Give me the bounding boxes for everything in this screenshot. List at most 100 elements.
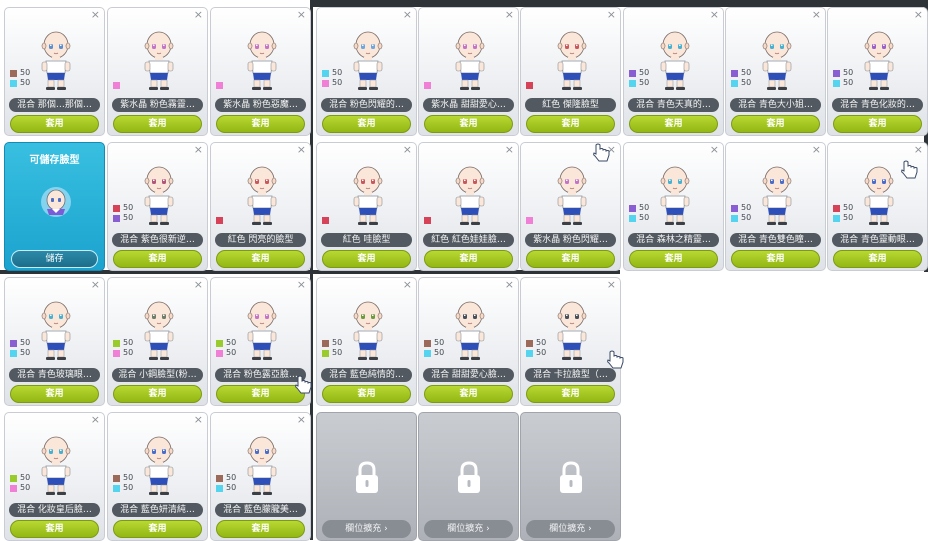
apply-button[interactable]: 套用 bbox=[10, 115, 99, 133]
color-swatch bbox=[322, 349, 329, 357]
apply-button[interactable]: 套用 bbox=[322, 250, 411, 268]
apply-button[interactable]: 套用 bbox=[216, 115, 305, 133]
apply-button[interactable]: 套用 bbox=[10, 520, 99, 538]
color-swatches: 50 50 bbox=[629, 203, 649, 223]
color-swatch-row: 50 bbox=[10, 348, 30, 358]
character-avatar bbox=[549, 300, 595, 362]
color-swatch-row: 50 bbox=[10, 483, 30, 493]
apply-button[interactable]: 套用 bbox=[216, 520, 305, 538]
color-swatch-row: 50 bbox=[731, 68, 751, 78]
character-avatar bbox=[447, 300, 493, 362]
close-icon[interactable]: × bbox=[914, 9, 923, 21]
color-swatch-row: 50 bbox=[216, 338, 236, 348]
color-swatch-row: 50 bbox=[322, 348, 342, 358]
chevron-right-icon: › bbox=[384, 524, 388, 534]
color-swatches: 50 50 bbox=[424, 338, 444, 358]
swatch-value: 50 bbox=[20, 483, 31, 492]
face-name: 混合 甜甜愛心臉… bbox=[423, 368, 514, 382]
face-card: × 紫水晶 粉色惡魔… 套用 bbox=[210, 7, 311, 136]
swatch-value: 50 bbox=[741, 203, 752, 212]
close-icon[interactable]: × bbox=[710, 9, 719, 21]
color-swatch bbox=[526, 216, 533, 224]
close-icon[interactable]: × bbox=[607, 9, 616, 21]
close-icon[interactable]: × bbox=[505, 144, 514, 156]
apply-button[interactable]: 套用 bbox=[833, 250, 922, 268]
close-icon[interactable]: × bbox=[297, 9, 306, 21]
swatch-value: 50 bbox=[639, 213, 650, 222]
close-icon[interactable]: × bbox=[812, 144, 821, 156]
apply-button[interactable]: 套用 bbox=[731, 115, 820, 133]
save-slot-title: 可儲存臉型 bbox=[29, 155, 80, 166]
close-icon[interactable]: × bbox=[607, 279, 616, 291]
face-name: 紫水晶 甜甜愛心… bbox=[423, 98, 514, 112]
close-icon[interactable]: × bbox=[91, 9, 100, 21]
color-swatches bbox=[424, 80, 434, 90]
close-icon[interactable]: × bbox=[194, 414, 203, 426]
close-icon[interactable]: × bbox=[914, 144, 923, 156]
apply-button[interactable]: 套用 bbox=[216, 385, 305, 403]
apply-button[interactable]: 套用 bbox=[322, 385, 411, 403]
close-icon[interactable]: × bbox=[91, 279, 100, 291]
close-icon[interactable]: × bbox=[194, 279, 203, 291]
close-icon[interactable]: × bbox=[505, 9, 514, 21]
close-icon[interactable]: × bbox=[297, 144, 306, 156]
apply-button[interactable]: 套用 bbox=[629, 250, 718, 268]
character-avatar bbox=[754, 30, 800, 92]
face-name: 混合 青色大小姐… bbox=[730, 98, 821, 112]
expand-label: 欄位擴充 bbox=[447, 524, 484, 534]
apply-button[interactable]: 套用 bbox=[424, 385, 513, 403]
character-avatar bbox=[856, 30, 902, 92]
save-button[interactable]: 儲存 bbox=[11, 250, 98, 268]
color-swatch bbox=[113, 474, 120, 482]
apply-button[interactable]: 套用 bbox=[113, 115, 202, 133]
close-icon[interactable]: × bbox=[194, 9, 203, 21]
hand-cursor-icon bbox=[295, 375, 312, 394]
apply-button[interactable]: 套用 bbox=[424, 115, 513, 133]
expand-slot-button[interactable]: 欄位擴充 › bbox=[322, 520, 411, 538]
expand-slot-button[interactable]: 欄位擴充 › bbox=[424, 520, 513, 538]
face-card: × 紫水晶 粉色霧靈… 套用 bbox=[107, 7, 208, 136]
apply-button[interactable]: 套用 bbox=[629, 115, 718, 133]
swatch-value: 50 bbox=[639, 68, 650, 77]
locked-slot: 欄位擴充 › bbox=[520, 412, 621, 541]
face-name: 混合 青色化妝的… bbox=[832, 98, 923, 112]
apply-button[interactable]: 套用 bbox=[10, 385, 99, 403]
close-icon[interactable]: × bbox=[194, 144, 203, 156]
face-name: 混合 青色天真的… bbox=[628, 98, 719, 112]
face-name: 紅色 紅色娃娃臉… bbox=[423, 233, 514, 247]
close-icon[interactable]: × bbox=[403, 9, 412, 21]
apply-button[interactable]: 套用 bbox=[216, 250, 305, 268]
color-swatch bbox=[629, 214, 636, 222]
close-icon[interactable]: × bbox=[297, 279, 306, 291]
apply-button[interactable]: 套用 bbox=[113, 385, 202, 403]
close-icon[interactable]: × bbox=[297, 414, 306, 426]
close-icon[interactable]: × bbox=[91, 414, 100, 426]
expand-slot-button[interactable]: 欄位擴充 › bbox=[526, 520, 615, 538]
character-avatar bbox=[652, 165, 698, 227]
apply-button[interactable]: 套用 bbox=[424, 250, 513, 268]
close-icon[interactable]: × bbox=[812, 9, 821, 21]
color-swatch-row: 50 bbox=[216, 483, 236, 493]
face-card: × 50 50 混合 小鋼臉型(粉… 套用 bbox=[107, 277, 208, 406]
face-name: 混合 粉色閃耀的… bbox=[321, 98, 412, 112]
close-icon[interactable]: × bbox=[403, 144, 412, 156]
apply-button[interactable]: 套用 bbox=[526, 115, 615, 133]
apply-button[interactable]: 套用 bbox=[731, 250, 820, 268]
color-swatch bbox=[10, 339, 17, 347]
apply-button[interactable]: 套用 bbox=[322, 115, 411, 133]
character-avatar bbox=[33, 435, 79, 497]
close-icon[interactable]: × bbox=[403, 279, 412, 291]
apply-button[interactable]: 套用 bbox=[833, 115, 922, 133]
chevron-right-icon: › bbox=[588, 524, 592, 534]
color-swatches: 50 50 bbox=[216, 338, 236, 358]
apply-button[interactable]: 套用 bbox=[526, 385, 615, 403]
apply-button[interactable]: 套用 bbox=[526, 250, 615, 268]
close-icon[interactable]: × bbox=[505, 279, 514, 291]
swatch-value: 50 bbox=[843, 78, 854, 87]
expand-label: 欄位擴充 bbox=[345, 524, 382, 534]
apply-button[interactable]: 套用 bbox=[113, 520, 202, 538]
color-swatch bbox=[216, 349, 223, 357]
apply-button[interactable]: 套用 bbox=[113, 250, 202, 268]
face-name: 混合 青色雙色瞳… bbox=[730, 233, 821, 247]
close-icon[interactable]: × bbox=[710, 144, 719, 156]
